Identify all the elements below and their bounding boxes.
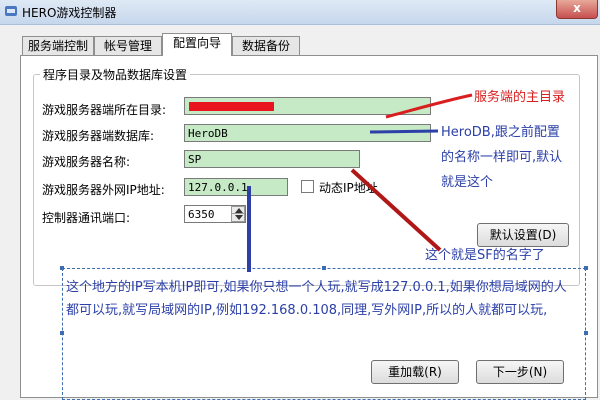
app-icon	[5, 6, 17, 16]
resize-handle[interactable]	[584, 331, 588, 335]
annotation-herodb-line2: 的名称一样即可,默认	[441, 150, 563, 165]
database-label: 游戏服务器端数据库:	[42, 129, 155, 143]
server-dir-label: 游戏服务器端所在目录:	[42, 103, 167, 117]
window-title: HERO游戏控制器	[22, 6, 117, 20]
close-icon: x	[573, 1, 581, 15]
app-window: HERO游戏控制器 x 服务端控制 帐号管理 配置向导 数据备份 程序目录及物品…	[0, 0, 600, 400]
resize-handle[interactable]	[584, 266, 588, 270]
tab-server-control[interactable]: 服务端控制	[22, 36, 94, 56]
public-ip-input[interactable]: 127.0.0.1	[184, 178, 288, 196]
annotation-sf-name: 这个就是SF的名字了	[425, 248, 545, 263]
tab-account-management[interactable]: 帐号管理	[94, 36, 162, 56]
server-dir-input[interactable]	[184, 97, 431, 115]
next-button[interactable]: 下一步(N)	[476, 360, 564, 384]
database-input[interactable]: HeroDB	[184, 124, 431, 142]
tab-data-backup[interactable]: 数据备份	[232, 36, 300, 56]
resize-handle[interactable]	[60, 266, 64, 270]
group-title: 程序目录及物品数据库设置	[40, 66, 191, 83]
annotation-server-main-dir: 服务端的主目录	[474, 90, 566, 105]
public-ip-label: 游戏服务器外网IP地址:	[42, 183, 165, 197]
dynamic-ip-checkbox[interactable]	[301, 180, 314, 193]
redaction-mark	[189, 102, 274, 111]
server-name-input[interactable]: SP	[184, 150, 360, 168]
caret-down-icon	[235, 215, 243, 220]
annotation-herodb: HeroDB,跟之前配置 的名称一样即可,默认 就是这个	[441, 120, 600, 195]
annotation-herodb-line3: 就是这个	[441, 175, 494, 190]
tab-config-wizard[interactable]: 配置向导	[162, 33, 232, 56]
port-value: 6350	[188, 208, 215, 221]
resize-handle[interactable]	[322, 266, 326, 270]
reload-button[interactable]: 重加载(R)	[371, 360, 459, 384]
port-decrement[interactable]	[231, 213, 245, 222]
server-name-label: 游戏服务器名称:	[42, 155, 131, 169]
title-bar: HERO游戏控制器 x	[0, 0, 600, 25]
dynamic-ip-label: 动态IP地址	[319, 181, 378, 195]
close-button[interactable]: x	[556, 0, 598, 19]
port-label: 控制器通讯端口:	[42, 211, 131, 225]
ip-explanation-note: 这个地方的IP写本机IP即可,如果你只想一个人玩,就写成127.0.0.1,如果…	[66, 280, 567, 318]
resize-handle[interactable]	[60, 331, 64, 335]
port-stepper[interactable]: 6350	[184, 205, 246, 223]
annotation-herodb-line1: HeroDB,跟之前配置	[441, 125, 560, 140]
